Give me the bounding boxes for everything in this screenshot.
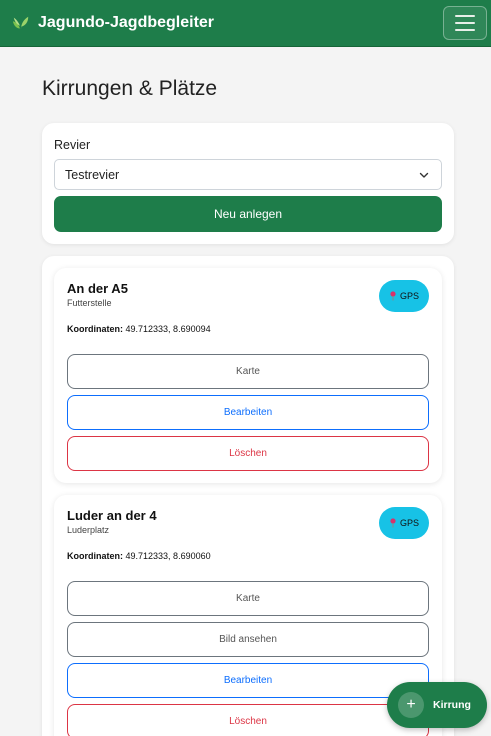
entry-title: Luder an der 4 [67, 508, 157, 523]
hamburger-menu-icon [455, 15, 475, 17]
leaf-icon [12, 16, 29, 30]
edit-button[interactable]: Bearbeiten [67, 395, 429, 430]
gps-badge-label: GPS [399, 518, 419, 528]
page-title: Kirrungen & Plätze [42, 77, 218, 100]
entries-list-card: An der A5 Futterstelle GPS Koordinaten: … [42, 256, 454, 736]
gps-badge-label: GPS [399, 291, 419, 301]
pushpin-icon [390, 291, 396, 301]
fab-label: Kirrung [433, 699, 471, 711]
delete-button[interactable]: Löschen [67, 436, 429, 471]
top-navbar: Jagundo-Jagdbegleiter [0, 0, 491, 47]
revier-label: Revier [54, 138, 91, 152]
navbar-toggler-button[interactable] [443, 6, 487, 40]
gps-badge[interactable]: GPS [379, 507, 429, 539]
entry-card: An der A5 Futterstelle GPS Koordinaten: … [54, 268, 442, 483]
coordinates-label: Koordinaten: [67, 324, 123, 334]
coordinates-value: 49.712333, 8.690060 [125, 551, 211, 561]
pushpin-icon [390, 518, 396, 528]
coordinates-value: 49.712333, 8.690094 [125, 324, 211, 334]
map-button[interactable]: Karte [67, 354, 429, 389]
map-button[interactable]: Karte [67, 581, 429, 616]
entry-card: Luder an der 4 Luderplatz GPS Koordinate… [54, 495, 442, 736]
revier-select[interactable]: Testrevier [54, 159, 442, 190]
new-entry-button[interactable]: Neu anlegen [54, 196, 442, 232]
chevron-down-icon [419, 172, 429, 178]
view-image-button[interactable]: Bild ansehen [67, 622, 429, 657]
edit-button[interactable]: Bearbeiten [67, 663, 429, 698]
hamburger-line [455, 29, 475, 31]
brand-name: Jagundo-Jagdbegleiter [38, 14, 215, 31]
hamburger-line [455, 22, 475, 24]
entry-title: An der A5 [67, 281, 128, 296]
revier-filter-card: Revier Testrevier Neu anlegen [42, 123, 454, 244]
entry-type: Futterstelle [67, 298, 112, 308]
entry-coordinates: Koordinaten: 49.712333, 8.690094 [67, 324, 429, 334]
entry-coordinates: Koordinaten: 49.712333, 8.690060 [67, 551, 429, 561]
brand-link[interactable]: Jagundo-Jagdbegleiter [12, 14, 214, 32]
revier-select-value: Testrevier [65, 167, 120, 182]
gps-badge[interactable]: GPS [379, 280, 429, 312]
entry-type: Luderplatz [67, 525, 110, 535]
coordinates-label: Koordinaten: [67, 551, 123, 561]
add-kirrung-fab[interactable]: + Kirrung [387, 682, 487, 728]
plus-icon: + [398, 692, 424, 718]
delete-button[interactable]: Löschen [67, 704, 429, 736]
